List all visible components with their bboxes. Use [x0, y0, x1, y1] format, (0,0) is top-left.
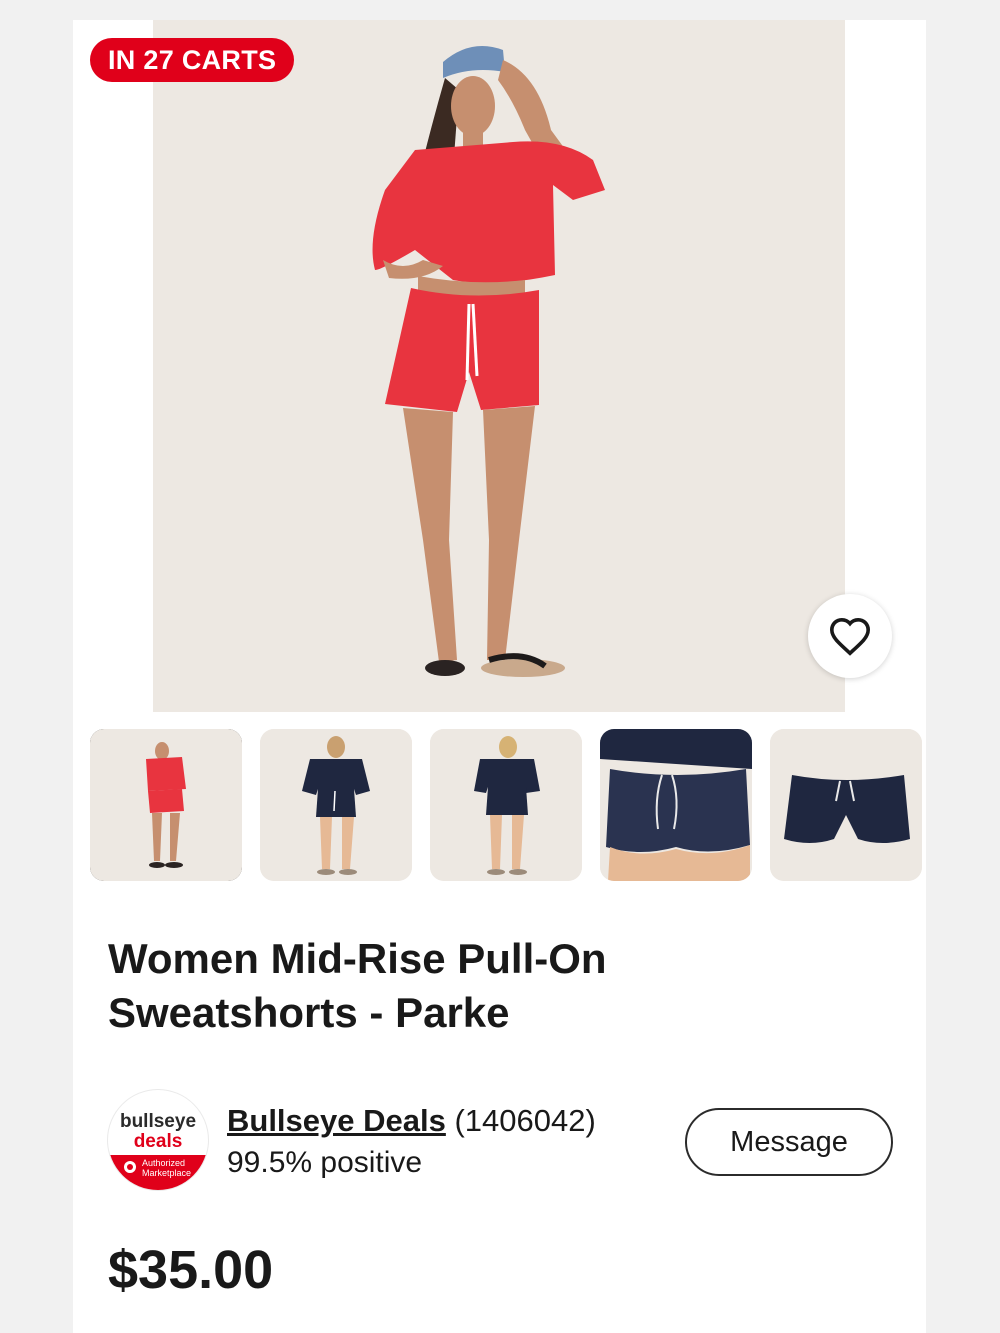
thumbnail-4[interactable] [600, 729, 752, 881]
seller-logo-tag: Authorized Marketplace [142, 1158, 192, 1178]
seller-feedback-percent: 99.5% positive [227, 1146, 423, 1179]
seller-logo-line2: deals [133, 1131, 183, 1152]
seller-logo[interactable]: bullseye deals Authorized Marketplace [108, 1090, 208, 1190]
thumbnail-2[interactable] [260, 729, 412, 881]
hero-image-area[interactable]: IN 27 CARTS [73, 20, 926, 712]
favorite-button[interactable] [808, 594, 892, 678]
product-card: IN 27 CARTS Women Mid-Rise Pull-On Sweat… [73, 20, 926, 1333]
in-carts-badge: IN 27 CARTS [90, 38, 295, 82]
seller-feedback-count: (1406042) [454, 1103, 596, 1138]
image-thumbnail-strip [90, 729, 926, 883]
seller-logo-line1: bullseye [119, 1111, 197, 1132]
thumbnail-3[interactable] [430, 729, 582, 881]
product-title: Women Mid-Rise Pull-On Sweatshorts - Par… [108, 935, 607, 1036]
heart-outline-icon [829, 617, 871, 656]
thumbnail-1[interactable] [90, 729, 242, 881]
hero-product-photo[interactable] [153, 20, 845, 712]
bullseye-icon [124, 1161, 136, 1173]
thumbnail-5[interactable] [770, 729, 922, 881]
message-seller-button[interactable]: Message [685, 1108, 893, 1176]
seller-name-link[interactable]: Bullseye Deals [227, 1103, 446, 1138]
seller-name-row: Bullseye Deals (1406042) [227, 1101, 596, 1141]
product-price: $35.00 [108, 1240, 274, 1300]
